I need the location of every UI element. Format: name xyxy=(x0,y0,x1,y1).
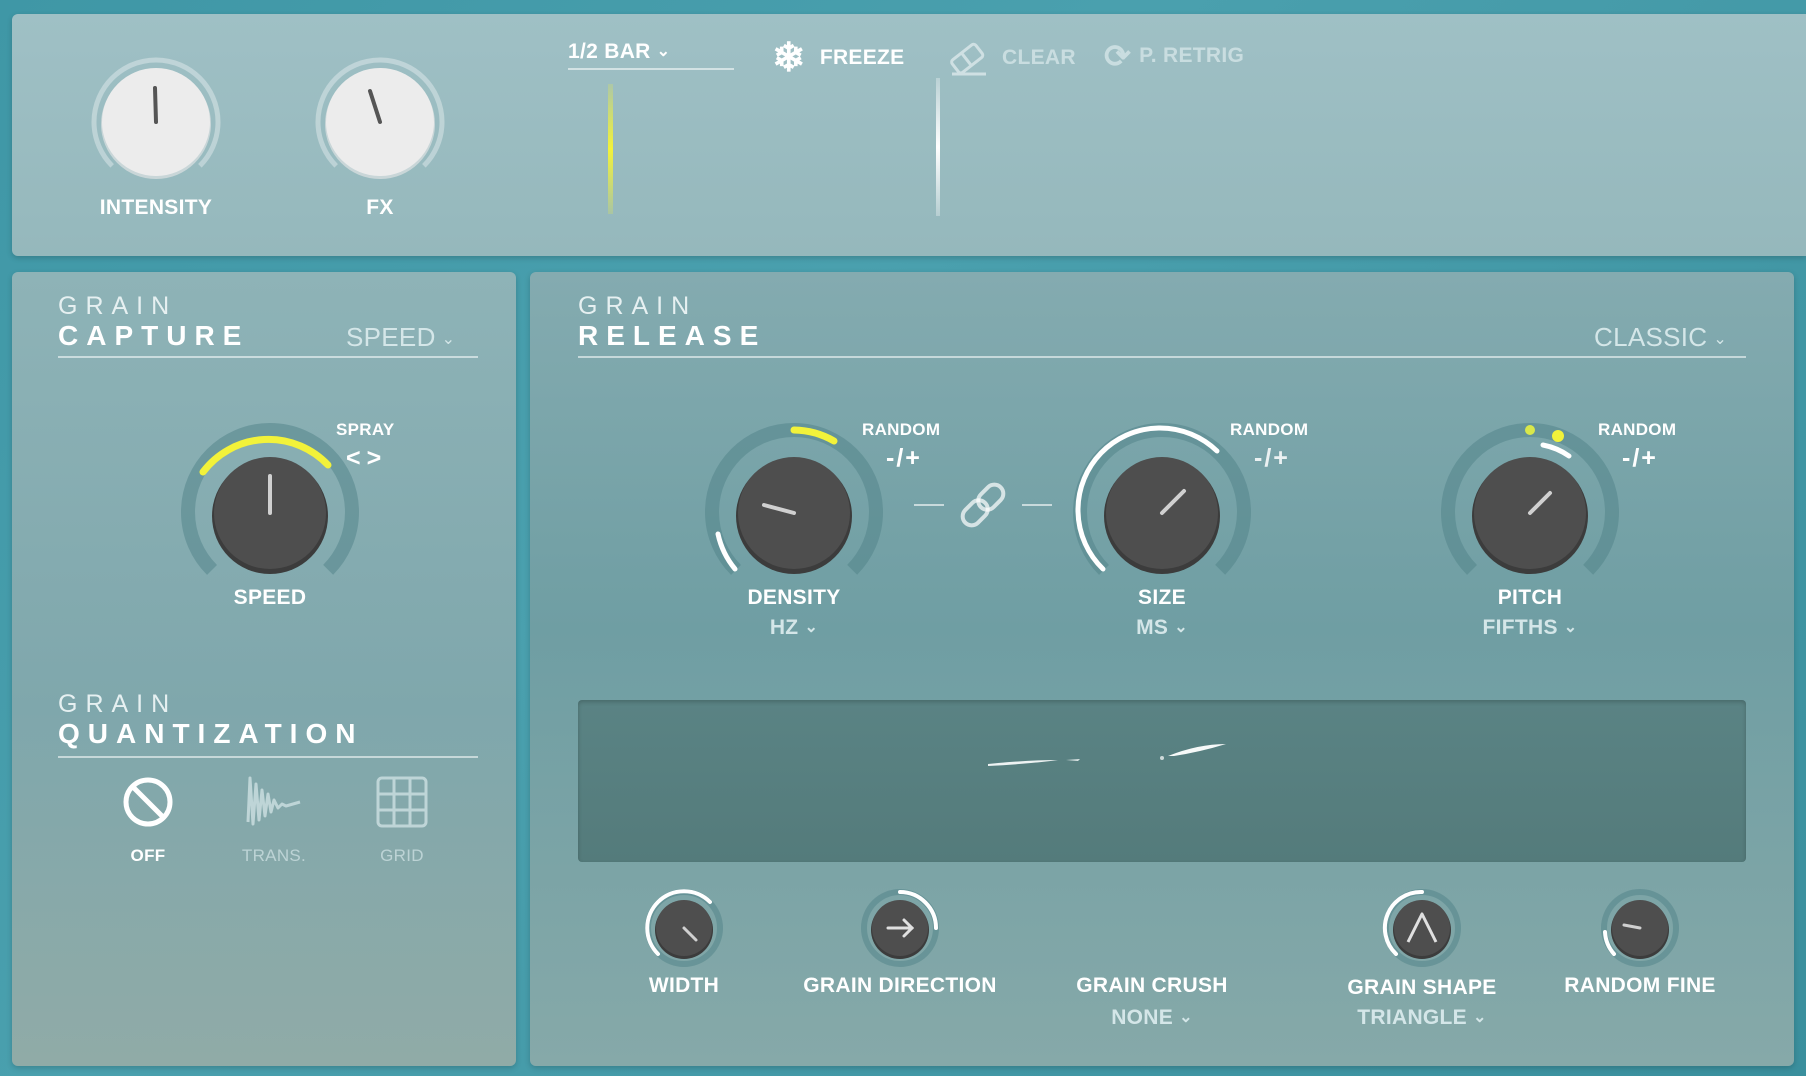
spray-arrows[interactable]: <> xyxy=(346,444,387,473)
quantization-title: QUANTIZATION xyxy=(58,718,364,749)
release-panel: GRAIN RELEASE CLASSIC ⌄ RANDOM -/+ DENSIT… xyxy=(530,272,1794,1066)
size-unit: MS xyxy=(1136,616,1169,639)
speed-knob[interactable] xyxy=(170,412,370,612)
density-random-toggle[interactable]: -/+ xyxy=(886,444,922,473)
grain-crush-select[interactable]: NONE ⌄ xyxy=(1052,1006,1252,1030)
grain-direction-label: GRAIN DIRECTION xyxy=(803,974,997,997)
capture-mode-select[interactable]: SPEED ⌄ xyxy=(346,322,455,353)
retrig-label: P. RETRIG xyxy=(1139,44,1245,67)
size-unit-select[interactable]: MS ⌄ xyxy=(1082,616,1242,640)
intensity-knob[interactable] xyxy=(88,54,224,190)
size-random-toggle[interactable]: -/+ xyxy=(1254,444,1290,473)
quantize-off-label: OFF xyxy=(130,846,166,865)
chevron-down-icon: ⌄ xyxy=(804,619,819,636)
density-random-label: RANDOM xyxy=(862,420,941,439)
fx-knob[interactable] xyxy=(312,54,448,190)
intensity-label: INTENSITY xyxy=(99,196,213,219)
density-unit: HZ xyxy=(769,616,799,639)
chevron-down-icon: ⌄ xyxy=(1179,1009,1193,1026)
quantize-off-option[interactable]: OFF xyxy=(108,772,188,892)
width-label: WIDTH xyxy=(648,974,720,997)
top-panel: INTENSITY FX 1/2 BAR ⌄ ❄ FREEZE CLEAR ⟳ … xyxy=(12,14,1806,256)
density-unit-select[interactable]: HZ ⌄ xyxy=(714,616,874,640)
chevron-down-icon: ⌄ xyxy=(441,331,456,348)
grain-crush-value: NONE xyxy=(1111,1006,1174,1029)
quantize-grid-option[interactable]: GRID xyxy=(362,772,442,892)
size-label: SIZE xyxy=(1138,586,1186,609)
chevron-down-icon: ⌄ xyxy=(1563,619,1578,636)
release-title-small: GRAIN xyxy=(578,292,698,320)
pitch-knob[interactable] xyxy=(1430,412,1630,612)
pitch-unit-select[interactable]: FIFTHS ⌄ xyxy=(1450,616,1610,640)
grain-shape-value: TRIANGLE xyxy=(1357,1006,1467,1029)
link-icon xyxy=(960,482,1006,528)
spray-label: SPRAY xyxy=(336,420,395,439)
link-toggle[interactable] xyxy=(910,480,1056,530)
quantization-rule xyxy=(58,756,478,758)
release-mode-value: CLASSIC xyxy=(1594,322,1708,352)
quantization-title-small: GRAIN xyxy=(58,690,178,718)
buffer-display[interactable] xyxy=(524,66,1806,216)
random-fine-knob[interactable] xyxy=(1600,888,1680,968)
pitch-unit: FIFTHS xyxy=(1482,616,1558,639)
quantize-trans-label: TRANS. xyxy=(241,846,307,865)
grain-shape-select[interactable]: TRIANGLE ⌄ xyxy=(1322,1006,1522,1030)
release-title: RELEASE xyxy=(578,320,767,351)
density-label: DENSITY xyxy=(747,586,841,609)
density-knob[interactable] xyxy=(694,412,894,612)
size-random-label: RANDOM xyxy=(1230,420,1309,439)
capture-mode-value: SPEED xyxy=(346,322,436,352)
width-knob[interactable] xyxy=(644,888,724,968)
grain-crush-label: GRAIN CRUSH xyxy=(1076,974,1228,997)
grain-visualizer xyxy=(578,700,1746,862)
fx-label: FX xyxy=(366,196,394,219)
release-mode-select[interactable]: CLASSIC ⌄ xyxy=(1594,322,1727,353)
quantize-trans-option[interactable]: TRANS. xyxy=(234,772,314,892)
release-rule xyxy=(578,356,1746,358)
capture-title: CAPTURE xyxy=(58,320,250,351)
capture-title-small: GRAIN xyxy=(58,292,178,320)
size-knob[interactable] xyxy=(1062,412,1262,612)
bar-select-value: 1/2 BAR xyxy=(568,40,651,63)
chevron-down-icon: ⌄ xyxy=(1713,331,1728,348)
pitch-label: PITCH xyxy=(1497,586,1563,609)
pitch-random-toggle[interactable]: -/+ xyxy=(1622,444,1658,473)
grain-shape-knob[interactable] xyxy=(1382,888,1462,968)
chevron-down-icon: ⌄ xyxy=(656,43,671,60)
random-fine-label: RANDOM FINE xyxy=(1564,974,1716,997)
grid-icon xyxy=(376,776,428,828)
pitch-random-label: RANDOM xyxy=(1598,420,1677,439)
capture-rule xyxy=(58,356,478,358)
capture-panel: GRAIN CAPTURE SPEED ⌄ SPRAY <> SPEED GRAI… xyxy=(12,272,516,1066)
bar-select[interactable]: 1/2 BAR ⌄ xyxy=(568,40,670,64)
quantize-grid-label: GRID xyxy=(380,846,424,865)
transient-icon xyxy=(246,776,301,826)
off-icon xyxy=(123,777,173,827)
grain-direction-knob[interactable] xyxy=(860,888,940,968)
chevron-down-icon: ⌄ xyxy=(1174,619,1188,636)
grain-shape-label: GRAIN SHAPE xyxy=(1347,976,1497,999)
chevron-down-icon: ⌄ xyxy=(1473,1009,1487,1026)
speed-label: SPEED xyxy=(233,586,307,609)
